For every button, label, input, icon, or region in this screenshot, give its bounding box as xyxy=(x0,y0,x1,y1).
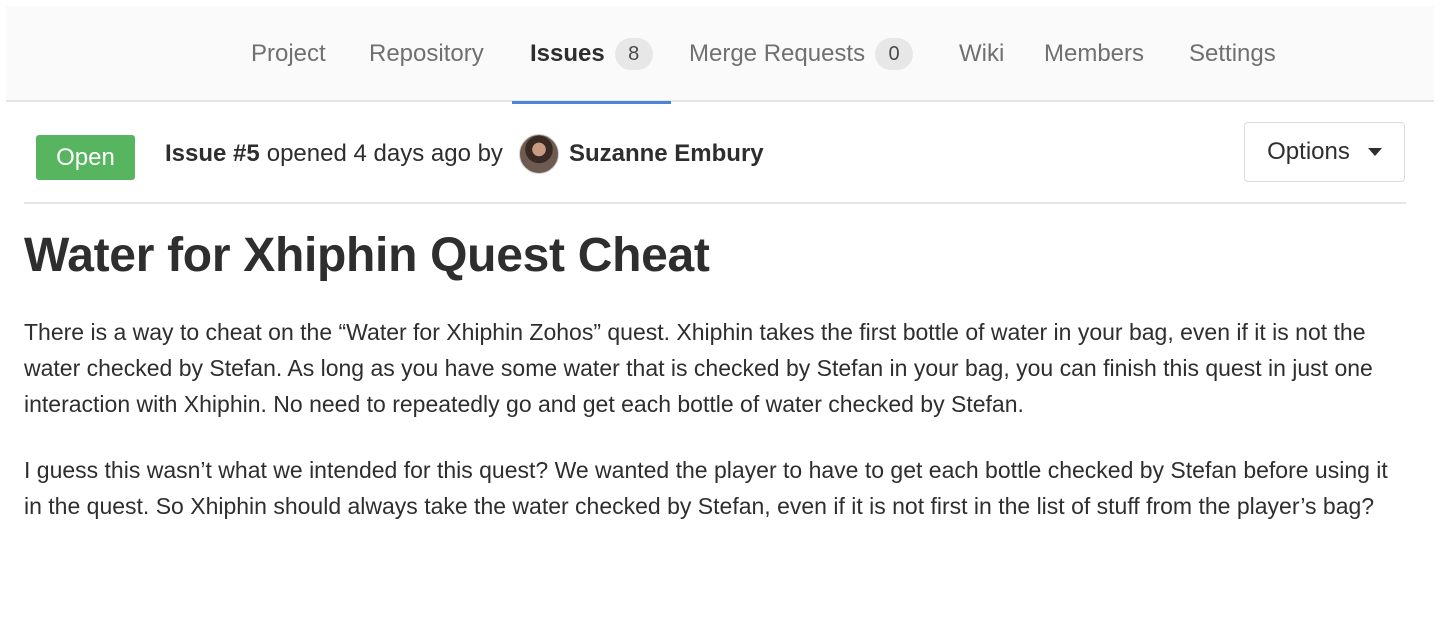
issues-count-badge: 8 xyxy=(614,38,653,70)
status-badge: Open xyxy=(36,135,135,180)
tab-settings[interactable]: Settings xyxy=(1189,6,1276,102)
tab-label: Merge Requests xyxy=(689,40,866,67)
issue-meta: Issue #5 opened 4 days ago by Suzanne Em… xyxy=(165,134,764,174)
author-avatar[interactable] xyxy=(518,134,559,174)
top-navigation: Project Repository Issues 8 Merge Reques… xyxy=(6,6,1434,104)
description-paragraph: There is a way to cheat on the “Water fo… xyxy=(24,319,1373,417)
merge-requests-count-badge: 0 xyxy=(875,38,914,70)
tab-merge-requests[interactable]: Merge Requests 0 xyxy=(689,6,914,102)
issue-title: Water for Xhiphin Quest Cheat xyxy=(24,229,710,282)
tab-members[interactable]: Members xyxy=(1044,6,1144,102)
tab-label: Wiki xyxy=(959,40,1005,67)
author-name-link[interactable]: Suzanne Embury xyxy=(569,140,764,168)
tab-project[interactable]: Project xyxy=(251,6,326,102)
nav-tabs: Project Repository Issues 8 Merge Reques… xyxy=(6,6,1434,104)
caret-down-icon xyxy=(1367,148,1382,156)
tab-wiki[interactable]: Wiki xyxy=(959,6,1004,102)
opened-text: opened 4 days ago by xyxy=(266,140,503,167)
options-label: Options xyxy=(1267,138,1350,165)
issue-number: Issue #5 xyxy=(165,140,260,167)
description-paragraph: I guess this wasn’t what we intended for… xyxy=(24,457,1388,519)
options-dropdown-button[interactable]: Options xyxy=(1244,122,1405,182)
issue-description: There is a way to cheat on the “Water fo… xyxy=(24,314,1404,554)
tab-repository[interactable]: Repository xyxy=(369,6,484,102)
tab-label: Project xyxy=(251,40,326,67)
issue-header: Open Issue #5 opened 4 days ago by Suzan… xyxy=(24,120,1406,204)
tab-label: Repository xyxy=(369,40,484,67)
tab-label: Issues xyxy=(530,40,605,67)
tab-label: Settings xyxy=(1189,40,1276,67)
tab-label: Members xyxy=(1044,40,1145,67)
tab-issues[interactable]: Issues 8 xyxy=(512,6,671,104)
